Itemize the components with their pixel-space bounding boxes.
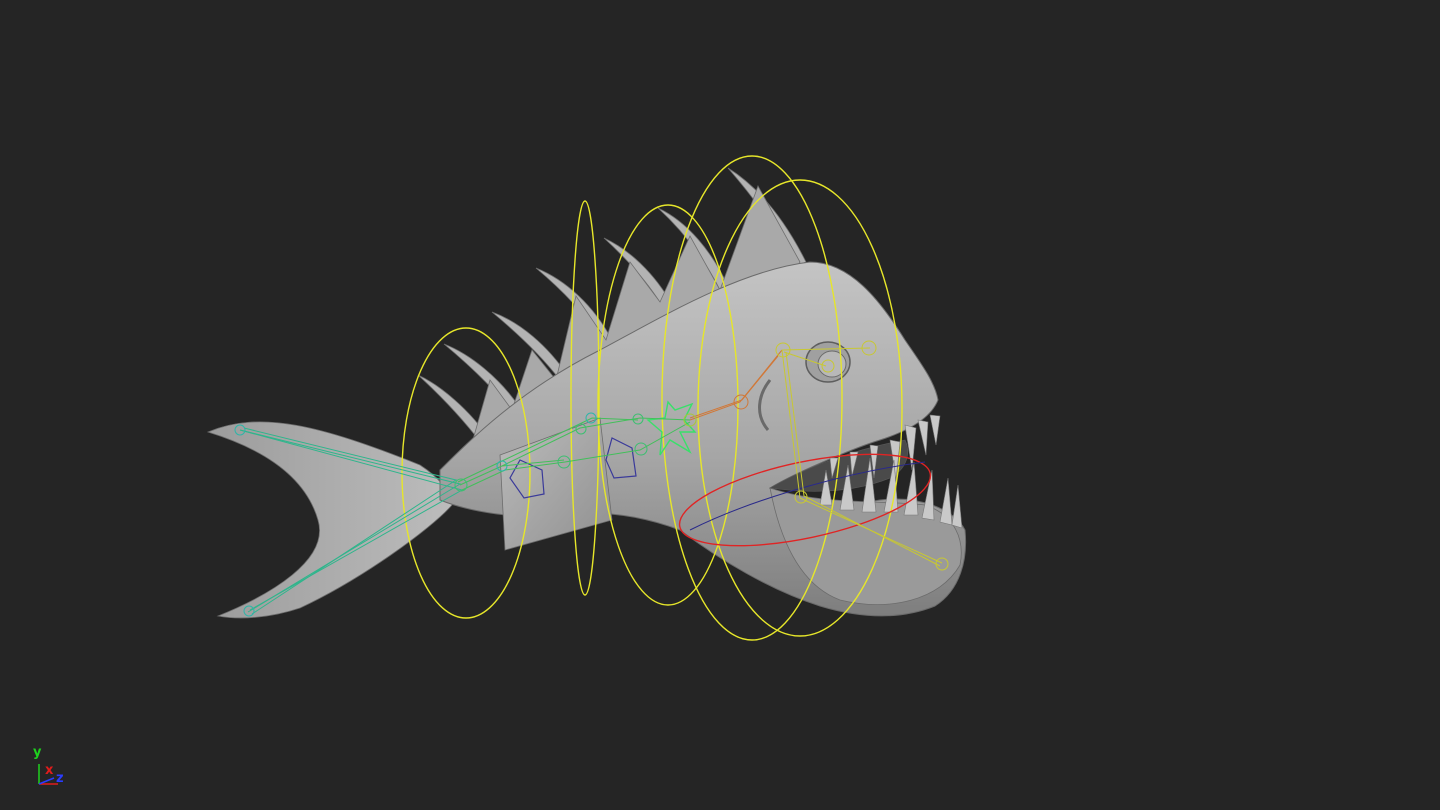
scene-canvas[interactable] (0, 0, 1440, 810)
3d-viewport[interactable]: y x z (0, 0, 1440, 810)
axis-z-label: z (56, 771, 64, 786)
axis-orientation-gizmo: y x z (28, 742, 78, 792)
tail-fin[interactable] (206, 421, 453, 619)
axis-y-label: y (33, 745, 42, 760)
axis-x-label: x (45, 763, 54, 778)
fish-mesh[interactable] (206, 167, 967, 619)
